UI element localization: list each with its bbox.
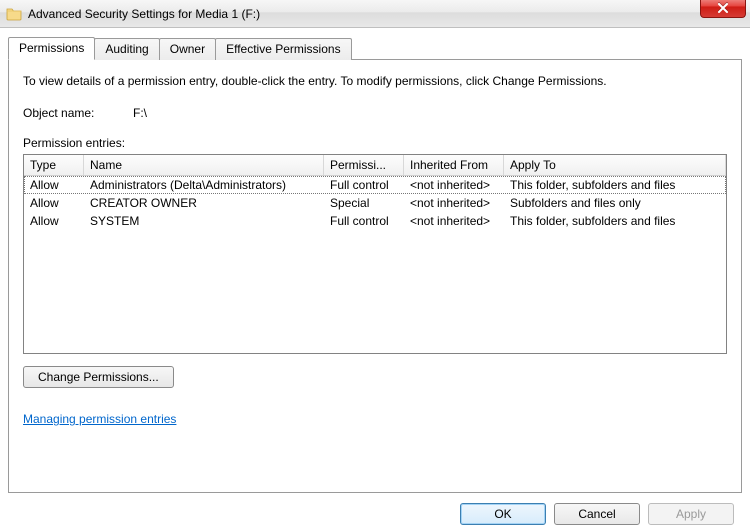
col-header-inherited[interactable]: Inherited From <box>404 155 504 175</box>
permission-entries-list[interactable]: Type Name Permissi... Inherited From App… <box>23 154 727 354</box>
col-header-type[interactable]: Type <box>24 155 84 175</box>
table-row[interactable]: Allow CREATOR OWNER Special <not inherit… <box>24 194 726 212</box>
tab-effective-permissions[interactable]: Effective Permissions <box>215 38 352 60</box>
cell-inherited: <not inherited> <box>404 176 504 194</box>
tab-owner[interactable]: Owner <box>159 38 216 60</box>
cell-name: SYSTEM <box>84 212 324 230</box>
tab-permissions[interactable]: Permissions <box>8 37 95 60</box>
cell-type: Allow <box>24 194 84 212</box>
table-row[interactable]: Allow SYSTEM Full control <not inherited… <box>24 212 726 230</box>
change-permissions-button[interactable]: Change Permissions... <box>23 366 174 388</box>
cell-inherited: <not inherited> <box>404 212 504 230</box>
title-bar: Advanced Security Settings for Media 1 (… <box>0 0 750 28</box>
col-header-permission[interactable]: Permissi... <box>324 155 404 175</box>
tab-strip: Permissions Auditing Owner Effective Per… <box>8 36 742 59</box>
cell-inherited: <not inherited> <box>404 194 504 212</box>
managing-permission-entries-link[interactable]: Managing permission entries <box>23 412 176 426</box>
close-button[interactable] <box>700 0 746 18</box>
ok-button[interactable]: OK <box>460 503 546 525</box>
folder-icon <box>6 6 22 22</box>
cell-name: Administrators (Delta\Administrators) <box>84 176 324 194</box>
cell-apply: This folder, subfolders and files <box>504 176 704 194</box>
cell-permission: Full control <box>324 176 404 194</box>
cell-name: CREATOR OWNER <box>84 194 324 212</box>
object-name-label: Object name: <box>23 106 133 120</box>
col-header-apply[interactable]: Apply To <box>504 155 726 175</box>
tab-auditing[interactable]: Auditing <box>94 38 159 60</box>
list-body: Allow Administrators (Delta\Administrato… <box>24 176 726 230</box>
cell-permission: Special <box>324 194 404 212</box>
apply-button[interactable]: Apply <box>648 503 734 525</box>
object-name-value: F:\ <box>133 106 147 120</box>
cell-permission: Full control <box>324 212 404 230</box>
close-icon <box>717 3 729 13</box>
cell-apply: This folder, subfolders and files <box>504 212 704 230</box>
info-text: To view details of a permission entry, d… <box>23 74 727 88</box>
cancel-button[interactable]: Cancel <box>554 503 640 525</box>
cell-type: Allow <box>24 212 84 230</box>
tab-page-permissions: To view details of a permission entry, d… <box>8 59 742 493</box>
cell-type: Allow <box>24 176 84 194</box>
cell-apply: Subfolders and files only <box>504 194 704 212</box>
dialog-button-row: OK Cancel Apply <box>8 493 742 525</box>
col-header-name[interactable]: Name <box>84 155 324 175</box>
permission-entries-label: Permission entries: <box>23 136 727 150</box>
list-header: Type Name Permissi... Inherited From App… <box>24 155 726 176</box>
table-row[interactable]: Allow Administrators (Delta\Administrato… <box>24 176 726 194</box>
window-title: Advanced Security Settings for Media 1 (… <box>28 7 260 21</box>
